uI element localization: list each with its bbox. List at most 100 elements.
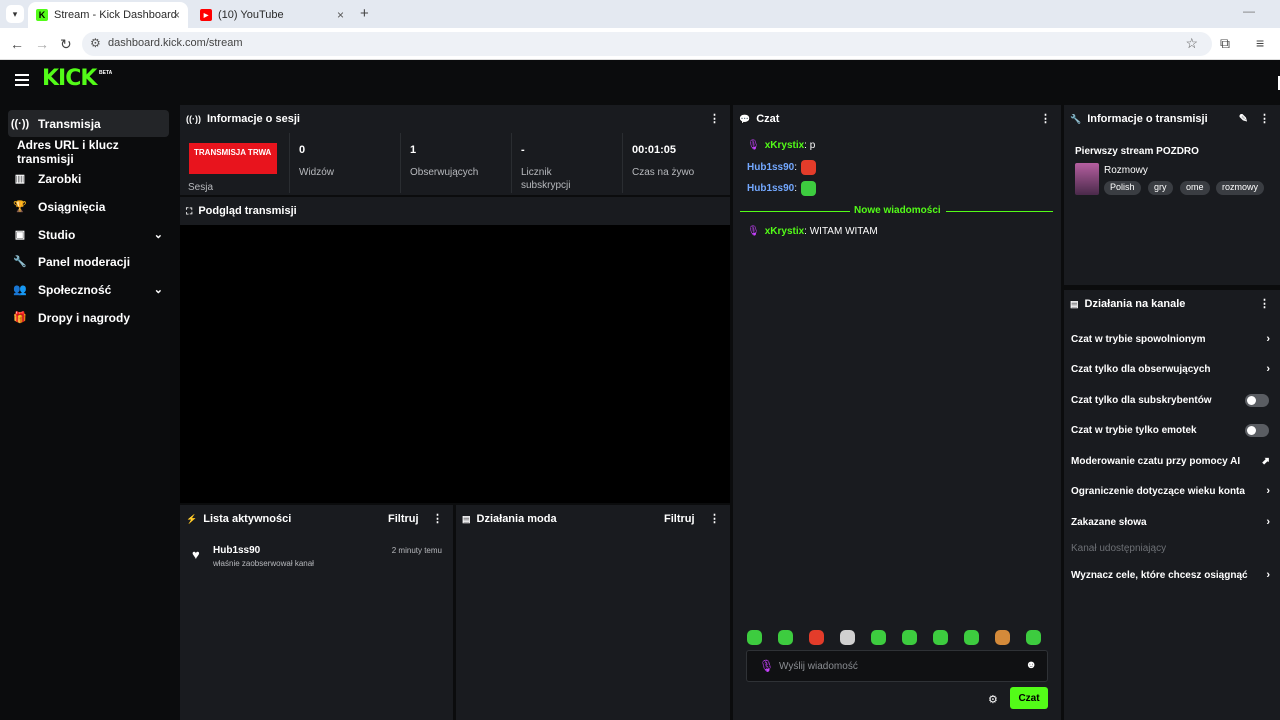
chat-username[interactable]: Hub1ss90: [747, 183, 794, 194]
minimize-icon[interactable]: —: [1243, 4, 1255, 18]
banned-words-row[interactable]: Zakazane słowa ›: [1071, 509, 1275, 535]
chat-username[interactable]: xKrystix: [765, 140, 804, 151]
studio-icon: ▣: [14, 229, 26, 241]
live-time-value: 00:01:05: [632, 144, 677, 156]
sidebar-item-achievements[interactable]: 🏆 Osiągnięcia: [8, 193, 169, 220]
account-age-row[interactable]: Ograniczenie dotyczące wieku konta ›: [1071, 478, 1275, 504]
edit-pencil-icon[interactable]: ✎: [1239, 112, 1248, 125]
chevron-down-icon: ⌄: [153, 229, 163, 241]
activity-user[interactable]: Hub1ss90: [213, 545, 260, 556]
video-preview[interactable]: [180, 225, 730, 503]
ai-moderation-row[interactable]: Moderowanie czatu przy pomocy AI ⬈: [1071, 448, 1275, 474]
row-label: Ograniczenie dotyczące wieku konta: [1071, 485, 1245, 497]
subscribers-only-toggle[interactable]: [1245, 393, 1269, 407]
chat-message-input[interactable]: [779, 657, 1019, 675]
close-tab-icon[interactable]: ×: [173, 8, 180, 22]
forward-icon[interactable]: →: [35, 36, 49, 52]
emote-icon[interactable]: [964, 630, 979, 645]
more-options-icon[interactable]: ⋮: [709, 512, 720, 525]
activity-time: 2 minuty temu: [391, 546, 442, 555]
bookmark-star-icon[interactable]: ☆: [1185, 35, 1198, 52]
filter-button[interactable]: Filtruj: [388, 513, 419, 525]
chevron-right-icon: ›: [1266, 485, 1270, 497]
panel-header: 💬 Czat: [733, 105, 1061, 133]
browser-tab-kick[interactable]: K Stream - Kick Dashboard ×: [28, 2, 188, 28]
new-tab-icon[interactable]: +: [360, 5, 369, 22]
emote-only-toggle[interactable]: [1245, 423, 1269, 437]
chat-message: 🎙 xKrystix : WITAM WITAM: [747, 226, 878, 237]
sidebar-item-earnings[interactable]: ▥ Zarobki: [8, 165, 169, 192]
reading-list-icon[interactable]: ≡: [1256, 35, 1264, 51]
activity-list-panel: ⚡ Lista aktywności Filtruj ⋮ ♥ Hub1ss90 …: [180, 505, 453, 720]
slow-mode-row[interactable]: Czat w trybie spowolnionym ›: [1071, 326, 1275, 352]
chevron-right-icon: ›: [1266, 363, 1270, 375]
site-info-icon[interactable]: ⚙: [90, 36, 101, 50]
tag: Polish: [1104, 181, 1141, 195]
microphone-badge-icon: 🎙: [747, 226, 760, 237]
address-bar: ← → ↻ ⚙ dashboard.kick.com/stream ☆ ⧉ ≡: [0, 28, 1280, 60]
stream-category: Rozmowy: [1104, 165, 1148, 176]
sidebar-item-label: Dropy i nagrody: [38, 310, 131, 325]
more-options-icon[interactable]: ⋮: [1259, 112, 1270, 125]
live-time-label: Czas na żywo: [632, 167, 695, 178]
sidebar-item-studio[interactable]: ▣ Studio ⌄: [8, 221, 169, 248]
document-icon: ▤: [1070, 298, 1079, 309]
chat-username[interactable]: Hub1ss90: [747, 162, 794, 173]
chat-settings-icon[interactable]: ⚙: [988, 693, 998, 706]
wrench-icon: 🔧: [1070, 113, 1082, 124]
menu-icon[interactable]: [15, 74, 29, 89]
chat-message: 🎙 xKrystix : p: [747, 140, 815, 151]
emote-icon[interactable]: [840, 630, 855, 645]
sidebar-item-community[interactable]: 👥 Społeczność ⌄: [8, 276, 169, 303]
emote-icon[interactable]: [747, 630, 762, 645]
emote-icon[interactable]: [871, 630, 886, 645]
more-options-icon[interactable]: ⋮: [432, 512, 443, 525]
panel-title: Podgląd transmisji: [198, 205, 297, 217]
chevron-down-icon: ⌄: [153, 284, 163, 296]
send-chat-button[interactable]: Czat: [1010, 687, 1048, 709]
emote-icon[interactable]: [933, 630, 948, 645]
panel-header: ((·)) Informacje o sesji: [180, 105, 730, 133]
emote-icon[interactable]: [1026, 630, 1041, 645]
sidebar-item-stream-key[interactable]: Adres URL i klucz transmisji: [17, 137, 178, 166]
tag: rozmowy: [1216, 181, 1265, 195]
broadcast-icon: ((·)): [186, 114, 201, 124]
tab-title: Stream - Kick Dashboard: [54, 9, 177, 21]
angry-emote-icon[interactable]: [809, 630, 824, 645]
channel-actions-panel: ▤ Działania na kanale ⋮ Czat w trybie sp…: [1064, 290, 1280, 720]
sidebar-item-moderation[interactable]: 🔧 Panel moderacji: [8, 248, 169, 275]
followers-only-row[interactable]: Czat tylko dla obserwujących ›: [1071, 356, 1275, 382]
stream-info-panel: 🔧 Informacje o transmisji ✎ ⋮ Pierwszy s…: [1064, 105, 1280, 285]
subscribers-only-row: Czat tylko dla subskrybentów: [1071, 387, 1275, 413]
more-options-icon[interactable]: ⋮: [1259, 297, 1270, 310]
reload-icon[interactable]: ↻: [60, 36, 72, 53]
emote-icon[interactable]: [778, 630, 793, 645]
back-icon[interactable]: ←: [10, 36, 24, 52]
extensions-icon[interactable]: ⧉: [1220, 35, 1230, 52]
sidebar-item-label: Adres URL i klucz transmisji: [17, 137, 119, 166]
people-icon: 👥: [13, 284, 27, 296]
goals-row[interactable]: Wyznacz cele, które chcesz osiągnąć ›: [1071, 562, 1275, 588]
more-options-icon[interactable]: ⋮: [1040, 112, 1051, 125]
filter-button[interactable]: Filtruj: [664, 513, 695, 525]
activity-desc: właśnie zaobserwował kanał: [213, 559, 314, 568]
emoji-picker-icon[interactable]: ☻: [1025, 659, 1037, 671]
emote-icon[interactable]: [995, 630, 1010, 645]
tab-list-dropdown-icon[interactable]: ▾: [6, 5, 24, 23]
browser-tab-youtube[interactable]: ▶ (10) YouTube ×: [192, 2, 352, 28]
url-field[interactable]: ⚙ dashboard.kick.com/stream ☆: [82, 32, 1212, 56]
chat-text: : WITAM WITAM: [804, 226, 878, 237]
close-tab-icon[interactable]: ×: [337, 8, 344, 22]
chat-username[interactable]: xKrystix: [765, 226, 804, 237]
more-options-icon[interactable]: ⋮: [709, 112, 720, 125]
kick-logo[interactable]: KICK: [42, 66, 97, 91]
emote-icon[interactable]: [902, 630, 917, 645]
sidebar-item-stream[interactable]: ((·)) Transmisja: [8, 110, 169, 137]
chat-text: :: [794, 183, 798, 194]
divider: [622, 133, 623, 193]
row-label: Czat tylko dla obserwujących: [1071, 363, 1211, 375]
new-messages-divider: [946, 211, 1053, 212]
sidebar: ((·)) Transmisja Adres URL i klucz trans…: [0, 104, 176, 720]
sidebar-item-drops[interactable]: 🎁 Dropy i nagrody: [8, 304, 169, 331]
subscriptions-count: -: [521, 144, 525, 156]
